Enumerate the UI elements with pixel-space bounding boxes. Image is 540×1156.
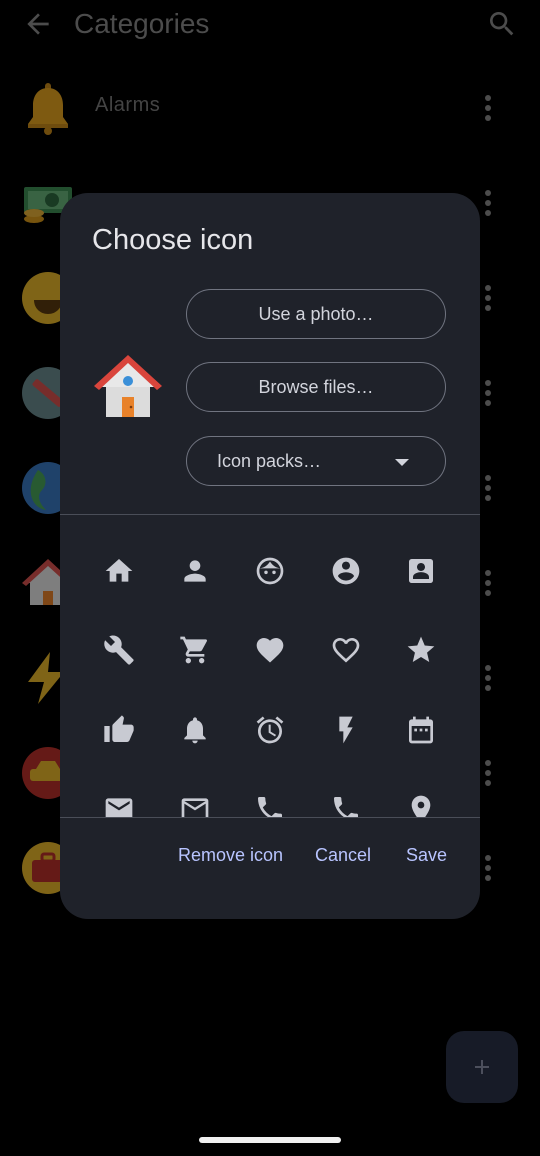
- heart-icon[interactable]: [254, 634, 286, 666]
- bell-icon[interactable]: [179, 714, 211, 746]
- alarm-clock-icon[interactable]: [254, 714, 286, 746]
- browse-files-button[interactable]: Browse files…: [186, 362, 446, 412]
- home-icon[interactable]: [103, 555, 135, 587]
- account-circle-icon[interactable]: [330, 555, 362, 587]
- icon-packs-dropdown[interactable]: Icon packs…: [186, 436, 446, 486]
- calendar-icon[interactable]: [405, 714, 437, 746]
- contact-card-icon[interactable]: [405, 555, 437, 587]
- phone-icon[interactable]: [254, 793, 286, 817]
- mail-outline-icon[interactable]: [179, 793, 211, 817]
- flash-icon[interactable]: [330, 714, 362, 746]
- cart-icon[interactable]: [179, 634, 211, 666]
- house-icon: [94, 355, 162, 417]
- face-icon[interactable]: [254, 555, 286, 587]
- use-photo-label: Use a photo…: [258, 304, 374, 324]
- thumb-up-icon[interactable]: [103, 714, 135, 746]
- person-icon[interactable]: [179, 555, 211, 587]
- dialog-title: Choose icon: [92, 224, 254, 256]
- mail-icon[interactable]: [103, 793, 135, 817]
- use-photo-button[interactable]: Use a photo…: [186, 289, 446, 339]
- location-pin-icon[interactable]: [405, 793, 437, 817]
- save-button[interactable]: Save: [406, 841, 447, 869]
- choose-icon-dialog: Choose icon Use a photo… Browse files… I…: [60, 193, 480, 919]
- icon-grid: [60, 515, 480, 817]
- cancel-button[interactable]: Cancel: [315, 841, 371, 869]
- remove-icon-button[interactable]: Remove icon: [178, 841, 283, 869]
- icon-packs-label: Icon packs…: [217, 451, 322, 471]
- browse-files-label: Browse files…: [258, 377, 374, 397]
- heart-outline-icon[interactable]: [330, 634, 362, 666]
- phone-outline-icon[interactable]: [330, 793, 362, 817]
- star-icon[interactable]: [405, 634, 437, 666]
- gesture-nav-handle[interactable]: [199, 1137, 341, 1143]
- dropdown-arrow-icon: [395, 459, 409, 466]
- wrench-icon[interactable]: [103, 634, 135, 666]
- divider: [60, 817, 480, 818]
